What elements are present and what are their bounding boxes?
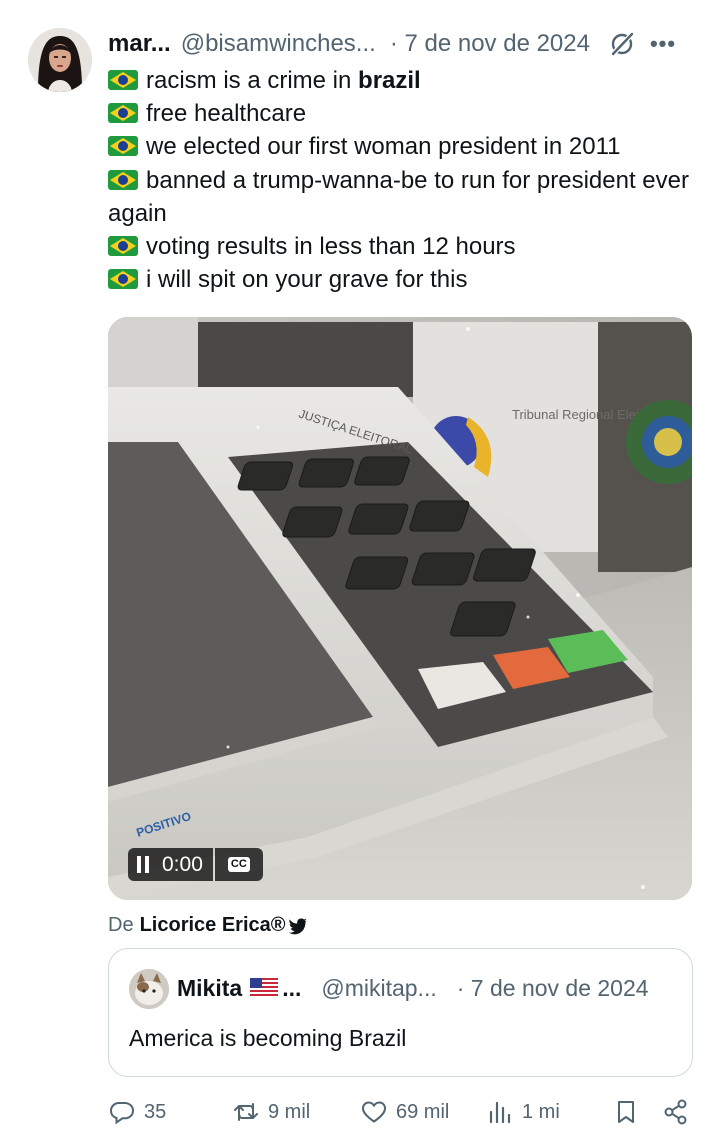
quoted-post[interactable]: Mikita ... @mikitap... · 7 de nov de 202… — [108, 948, 693, 1077]
video-player[interactable]: Tribunal Regional Eleitoral POSITIVO JUS… — [108, 317, 692, 900]
post-line-text: free healthcare — [146, 100, 307, 128]
repost-button[interactable]: 9 mil — [232, 1094, 310, 1130]
views-count: 1 mi — [522, 1100, 560, 1123]
voting-machine-video-frame: Tribunal Regional Eleitoral POSITIVO JUS… — [108, 317, 692, 900]
author-avatar[interactable] — [28, 28, 92, 92]
views-button[interactable]: 1 mi — [486, 1094, 560, 1130]
reply-button[interactable]: 35 — [108, 1094, 166, 1130]
author-handle[interactable]: @bisamwinches... — [181, 30, 376, 58]
repost-icon — [234, 1103, 258, 1121]
video-controls: 0:00 CC — [128, 848, 263, 881]
post-date[interactable]: · 7 de nov de 2024 — [390, 30, 590, 58]
brazil-flag-icon — [108, 236, 138, 257]
quoted-name-ellipsis: ... — [282, 974, 302, 1001]
avatar-image — [28, 28, 92, 92]
like-count: 69 mil — [396, 1100, 450, 1123]
post-line-text: banned a trump-wanna-be to run for presi… — [108, 166, 689, 227]
share-button[interactable] — [662, 1094, 698, 1130]
post-line: free healthcare — [108, 97, 698, 130]
captions-icon: CC — [227, 857, 250, 872]
quoted-post-text: America is becoming Brazil — [129, 1025, 407, 1051]
post-line-text: i will spit on your grave for this — [146, 266, 468, 294]
video-time: 0:00 — [162, 852, 203, 876]
author-name[interactable]: mar... — [108, 30, 171, 58]
heart-icon — [361, 1101, 387, 1123]
post-line: racism is a crime in brazil — [108, 64, 698, 97]
grok-icon[interactable] — [608, 30, 636, 58]
post-line-text: we elected our first woman president in … — [146, 133, 621, 161]
pause-icon — [136, 856, 150, 873]
attribution-source[interactable]: Licorice Erica® — [140, 914, 286, 937]
quoted-post-header: Mikita ... @mikitap... · 7 de nov de 202… — [177, 973, 674, 1003]
post-line: banned a trump-wanna-be to run for presi… — [108, 164, 698, 230]
quoted-author-handle[interactable]: @mikitap... — [321, 975, 436, 1002]
post-text: racism is a crime in brazil free healthc… — [108, 64, 698, 296]
us-flag-icon — [250, 978, 279, 998]
action-bar: 35 9 mil 69 mil 1 mi — [108, 1094, 692, 1130]
views-chart-icon — [489, 1101, 511, 1124]
cat-avatar-image — [129, 969, 169, 1009]
post-line-text: racism is a crime in — [146, 67, 359, 94]
attribution-prefix: De — [108, 914, 134, 936]
repost-count: 9 mil — [268, 1100, 311, 1123]
bookmark-icon — [618, 1101, 634, 1123]
post-line-text: voting results in less than 12 hours — [146, 233, 516, 261]
quoted-author-name[interactable]: Mikita — [177, 975, 242, 1002]
brazil-flag-icon — [108, 169, 138, 190]
bookmark-button[interactable] — [612, 1094, 648, 1130]
post-line: voting results in less than 12 hours — [108, 230, 698, 263]
brazil-flag-icon — [108, 136, 138, 157]
captions-button[interactable]: CC — [214, 848, 263, 881]
media-attribution: De Licorice Erica® — [108, 914, 308, 937]
brazil-flag-icon — [108, 269, 138, 290]
post-line: i will spit on your grave for this — [108, 263, 698, 296]
like-button[interactable]: 69 mil — [360, 1094, 449, 1130]
reply-icon — [109, 1102, 135, 1125]
quoted-author-avatar[interactable] — [129, 969, 169, 1009]
post-line-bold: brazil — [358, 67, 421, 94]
quoted-post-date[interactable]: · 7 de nov de 2024 — [457, 975, 649, 1002]
brazil-flag-icon — [108, 70, 138, 90]
post-header: mar... @bisamwinches... · 7 de nov de 20… — [108, 28, 696, 60]
bird-icon — [288, 918, 307, 934]
more-options-icon[interactable]: ••• — [650, 31, 676, 57]
post-line: we elected our first woman president in … — [108, 130, 698, 163]
brazil-flag-icon — [108, 103, 138, 124]
play-pause-button[interactable]: 0:00 — [128, 848, 213, 881]
reply-count: 35 — [144, 1100, 167, 1123]
share-icon — [664, 1099, 687, 1125]
